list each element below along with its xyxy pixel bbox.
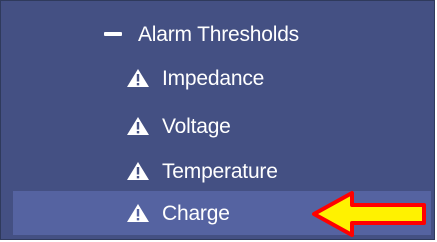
menu-item-label: Voltage: [162, 114, 231, 138]
warning-icon: [127, 69, 149, 87]
warning-icon: [127, 117, 149, 135]
menu-item-voltage[interactable]: Voltage: [1, 105, 434, 147]
menu-item-label: Impedance: [162, 66, 265, 90]
navigation-panel: Alarm Thresholds Impedance Voltage Tempe…: [0, 0, 435, 240]
menu-item-label: Alarm Thresholds: [138, 22, 299, 46]
warning-icon: [127, 204, 149, 222]
menu-item-label: Temperature: [162, 159, 278, 183]
menu-item-temperature[interactable]: Temperature: [1, 150, 434, 192]
warning-icon: [127, 162, 149, 180]
pointer-arrow-icon: [312, 191, 426, 237]
menu-item-alarm-thresholds[interactable]: Alarm Thresholds: [1, 13, 434, 55]
menu-item-impedance[interactable]: Impedance: [1, 57, 434, 99]
menu-item-label: Charge: [162, 201, 230, 225]
minus-icon: [104, 32, 122, 36]
